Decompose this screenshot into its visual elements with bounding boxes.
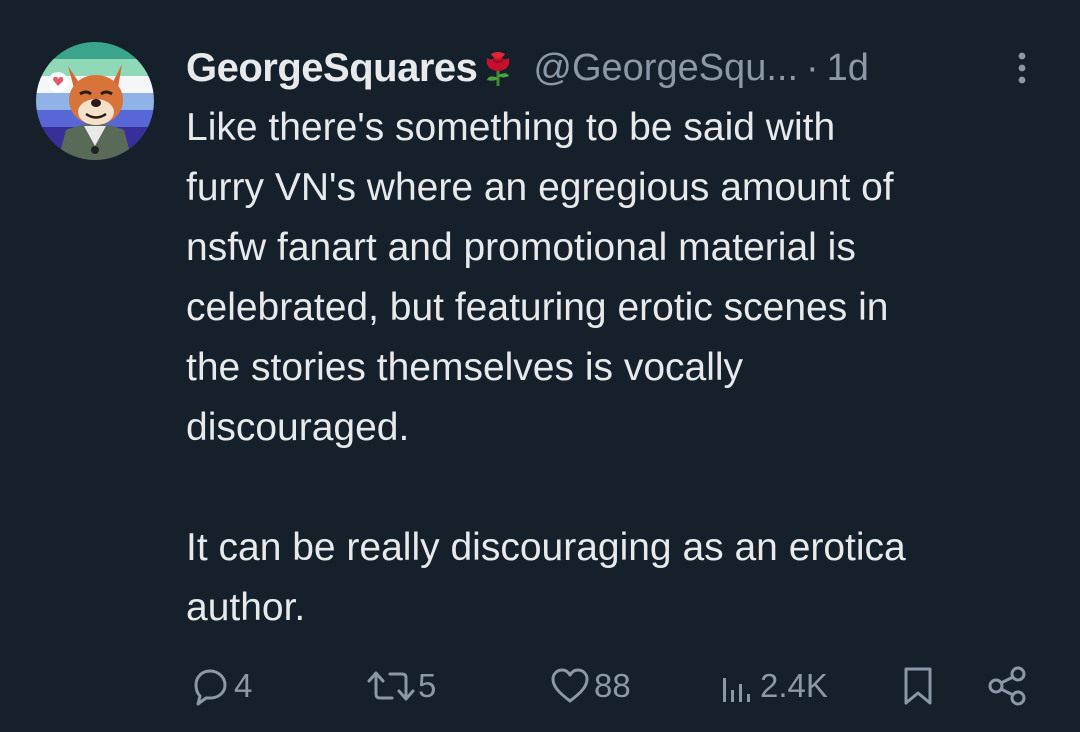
like-count: 88 <box>594 667 631 704</box>
tweet-actions: 4 5 88 2.4K <box>186 660 1036 712</box>
rose-icon <box>481 48 515 88</box>
avatar-image <box>36 42 154 160</box>
header-separator: · <box>806 46 819 89</box>
tweet[interactable]: GeorgeSquares @GeorgeSqu... · 1d Like th… <box>0 0 1080 732</box>
share-icon <box>988 666 1026 706</box>
share-button[interactable] <box>986 660 1030 712</box>
analytics-icon <box>723 678 750 702</box>
like-button[interactable]: 88 <box>548 660 631 712</box>
heart-icon <box>551 668 589 703</box>
bookmark-button[interactable] <box>898 660 938 712</box>
reply-count: 4 <box>234 667 253 704</box>
view-count: 2.4K <box>760 667 828 704</box>
tweet-text: Like there's something to be said with f… <box>186 106 906 629</box>
more-options-icon[interactable] <box>1014 48 1030 88</box>
views-button[interactable]: 2.4K <box>718 660 828 712</box>
timestamp[interactable]: 1d <box>827 47 869 90</box>
author-display-name[interactable]: GeorgeSquares <box>186 46 478 91</box>
retweet-icon <box>367 671 415 701</box>
retweet-count: 5 <box>418 667 437 704</box>
author-handle[interactable]: @GeorgeSqu... <box>533 47 798 90</box>
reply-button[interactable]: 4 <box>188 660 252 712</box>
bookmark-icon <box>904 667 932 705</box>
avatar[interactable] <box>36 42 154 160</box>
reply-icon <box>194 669 227 706</box>
retweet-button[interactable]: 5 <box>366 660 436 712</box>
tweet-header: GeorgeSquares @GeorgeSqu... · 1d <box>186 42 869 94</box>
